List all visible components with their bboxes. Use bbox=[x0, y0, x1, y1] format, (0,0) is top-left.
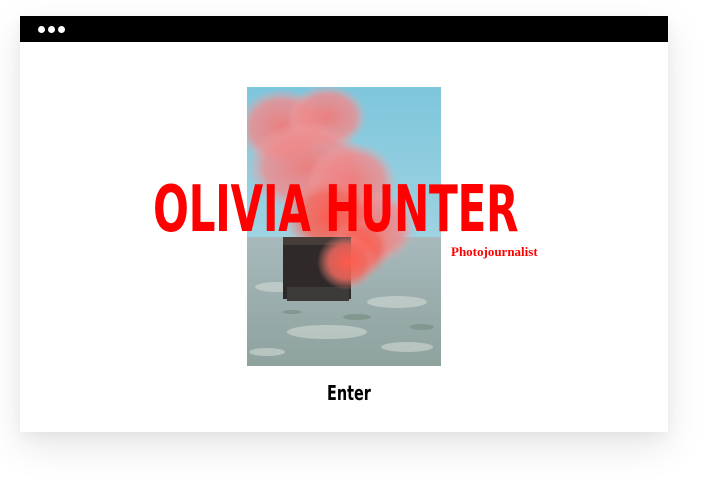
browser-window: OLIVIA HUNTER Photojournalist Enter bbox=[20, 16, 668, 432]
hero-name: OLIVIA HUNTER bbox=[153, 173, 519, 247]
window-control-dot-icon[interactable] bbox=[38, 26, 45, 33]
window-control-dot-icon[interactable] bbox=[48, 26, 55, 33]
hero-role: Photojournalist bbox=[451, 244, 538, 259]
enter-button[interactable]: Enter bbox=[327, 381, 371, 405]
window-titlebar bbox=[20, 16, 668, 42]
page-content: OLIVIA HUNTER Photojournalist Enter bbox=[20, 42, 668, 432]
window-control-dot-icon[interactable] bbox=[58, 26, 65, 33]
